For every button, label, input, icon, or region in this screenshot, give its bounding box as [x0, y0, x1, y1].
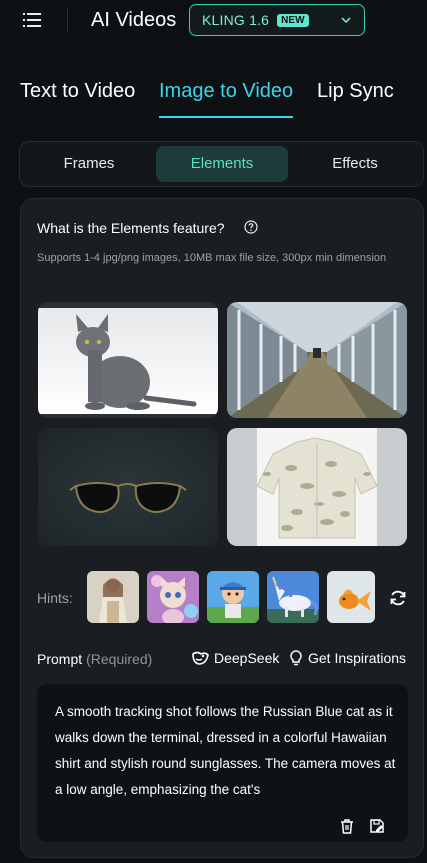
- element-image-sunglasses[interactable]: [38, 428, 218, 546]
- element-image-terminal[interactable]: [227, 302, 407, 418]
- tab-image-to-video[interactable]: Image to Video: [159, 80, 293, 103]
- elements-question: What is the Elements feature?: [37, 220, 225, 236]
- deepseek-button[interactable]: DeepSeek: [191, 650, 279, 666]
- trash-icon[interactable]: [339, 818, 355, 834]
- top-bar: AI Videos KLING 1.6 NEW: [0, 0, 427, 40]
- page-title: AI Videos: [91, 9, 177, 31]
- hint-unicorn[interactable]: [267, 571, 319, 623]
- get-inspirations-label: Get Inspirations: [308, 650, 407, 666]
- elements-panel: What is the Elements feature? Supports 1…: [20, 198, 424, 858]
- hint-kitten[interactable]: [147, 571, 199, 623]
- new-badge: NEW: [277, 13, 309, 27]
- model-selector[interactable]: KLING 1.6 NEW: [189, 4, 365, 36]
- prompt-required: (Required): [86, 651, 153, 667]
- lightbulb-icon: [290, 650, 302, 666]
- hint-woman[interactable]: [87, 571, 139, 623]
- tab-lip-sync[interactable]: Lip Sync: [317, 80, 394, 103]
- deepseek-label: DeepSeek: [214, 650, 280, 666]
- subtab-bar: Frames Elements Effects: [19, 141, 424, 187]
- element-image-cat[interactable]: [38, 302, 218, 418]
- model-name: KLING 1.6: [202, 12, 270, 28]
- element-image-shirt[interactable]: [227, 428, 407, 546]
- elements-info: Supports 1-4 jpg/png images, 10MB max fi…: [37, 252, 387, 264]
- prompt-text: A smooth tracking shot follows the Russi…: [55, 704, 396, 797]
- subtab-frames[interactable]: Frames: [23, 146, 155, 182]
- menu-icon[interactable]: [22, 10, 42, 30]
- save-prompt-icon[interactable]: [369, 818, 385, 834]
- header-divider: [67, 7, 68, 33]
- refresh-icon[interactable]: [389, 589, 407, 607]
- hint-cartoon-boy[interactable]: [207, 571, 259, 623]
- help-icon[interactable]: [244, 220, 258, 234]
- active-tab-indicator: [159, 116, 293, 118]
- prompt-input[interactable]: A smooth tracking shot follows the Russi…: [37, 684, 408, 842]
- chevron-down-icon: [341, 17, 351, 24]
- prompt-label: Prompt (Required): [37, 651, 152, 667]
- prompt-label-text: Prompt: [37, 651, 83, 667]
- tab-text-to-video[interactable]: Text to Video: [20, 80, 135, 103]
- hints-label: Hints:: [37, 590, 73, 606]
- hint-goldfish[interactable]: [327, 571, 375, 623]
- deepseek-icon: [192, 651, 209, 665]
- get-inspirations-button[interactable]: Get Inspirations: [289, 650, 406, 666]
- subtab-elements[interactable]: Elements: [156, 146, 288, 182]
- subtab-effects[interactable]: Effects: [289, 146, 421, 182]
